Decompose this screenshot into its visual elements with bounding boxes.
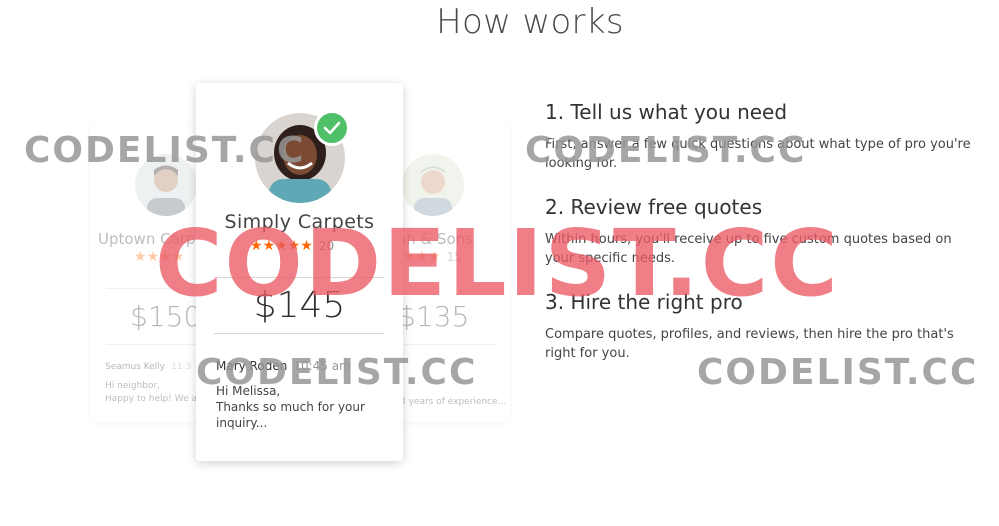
star-icon: ★ <box>250 238 263 254</box>
message-preview: Hi Melissa, Thanks so much for your inqu… <box>216 384 365 430</box>
step-3-text: Compare quotes, profiles, and reviews, t… <box>545 327 954 361</box>
star-icon: ★ <box>146 249 160 265</box>
star-icon: ★ <box>428 249 441 265</box>
message-sender: Mary Roden 10:45 am <box>216 359 351 373</box>
message-sender: Seamus Kelly 11:3 <box>105 362 191 372</box>
divider <box>214 277 384 278</box>
pro-card-main[interactable]: Simply Carpets ★ ★ ★ ★ ★ 20 $145 Mary Roden 1… <box>196 83 403 461</box>
pro-name: Uptown Carp <box>98 230 196 248</box>
rating-stars: ★ ★ ★ ★ ★ 20 <box>250 239 334 253</box>
message-preview: 3 years of experience... <box>400 397 507 407</box>
sender-name: Seamus Kelly <box>105 362 166 372</box>
step-1-text: First, answer a few quick questions abou… <box>545 137 971 171</box>
star-icon: ★ <box>415 249 429 265</box>
check-icon <box>314 110 350 146</box>
step-1-title: 1. Tell us what you need <box>545 100 788 124</box>
quote-price: $150 <box>130 300 202 333</box>
star-icon: ★ <box>275 238 288 254</box>
quote-price: $145 <box>253 285 346 326</box>
pro-avatar <box>135 154 197 216</box>
star-icon: ★ <box>300 238 313 254</box>
pro-avatar <box>402 154 464 216</box>
pro-name: Simply Carpets <box>224 211 375 233</box>
step-3-title: 3. Hire the right pro <box>545 290 743 314</box>
star-icon: ★ <box>287 238 301 254</box>
sender-name: Mary Roden <box>216 359 288 373</box>
star-icon: ★ <box>171 249 185 265</box>
review-count: 15 <box>446 250 462 264</box>
pro-name: ah & Sons <box>397 230 473 248</box>
page-title: How works <box>436 2 624 42</box>
step-2-text: Within hours, you'll receive up to five … <box>545 232 952 266</box>
message-preview: Hi neighbor, Happy to help! We are <box>105 381 206 404</box>
step-2-title: 2. Review free quotes <box>545 195 763 219</box>
quote-price: $135 <box>398 300 470 333</box>
star-icon: ★ <box>403 249 416 265</box>
rating-stars: ★ ★ ★ 15 <box>403 250 462 264</box>
star-icon: ★ <box>159 249 172 265</box>
star-icon: ★ <box>262 238 276 254</box>
message-time: 11:3 <box>171 362 192 372</box>
rating-stars: ★ ★ ★ ★ <box>134 250 184 264</box>
review-count: 20 <box>318 239 335 253</box>
message-time: 10:45 am <box>293 359 351 373</box>
divider <box>214 333 384 334</box>
star-icon: ★ <box>134 249 147 265</box>
